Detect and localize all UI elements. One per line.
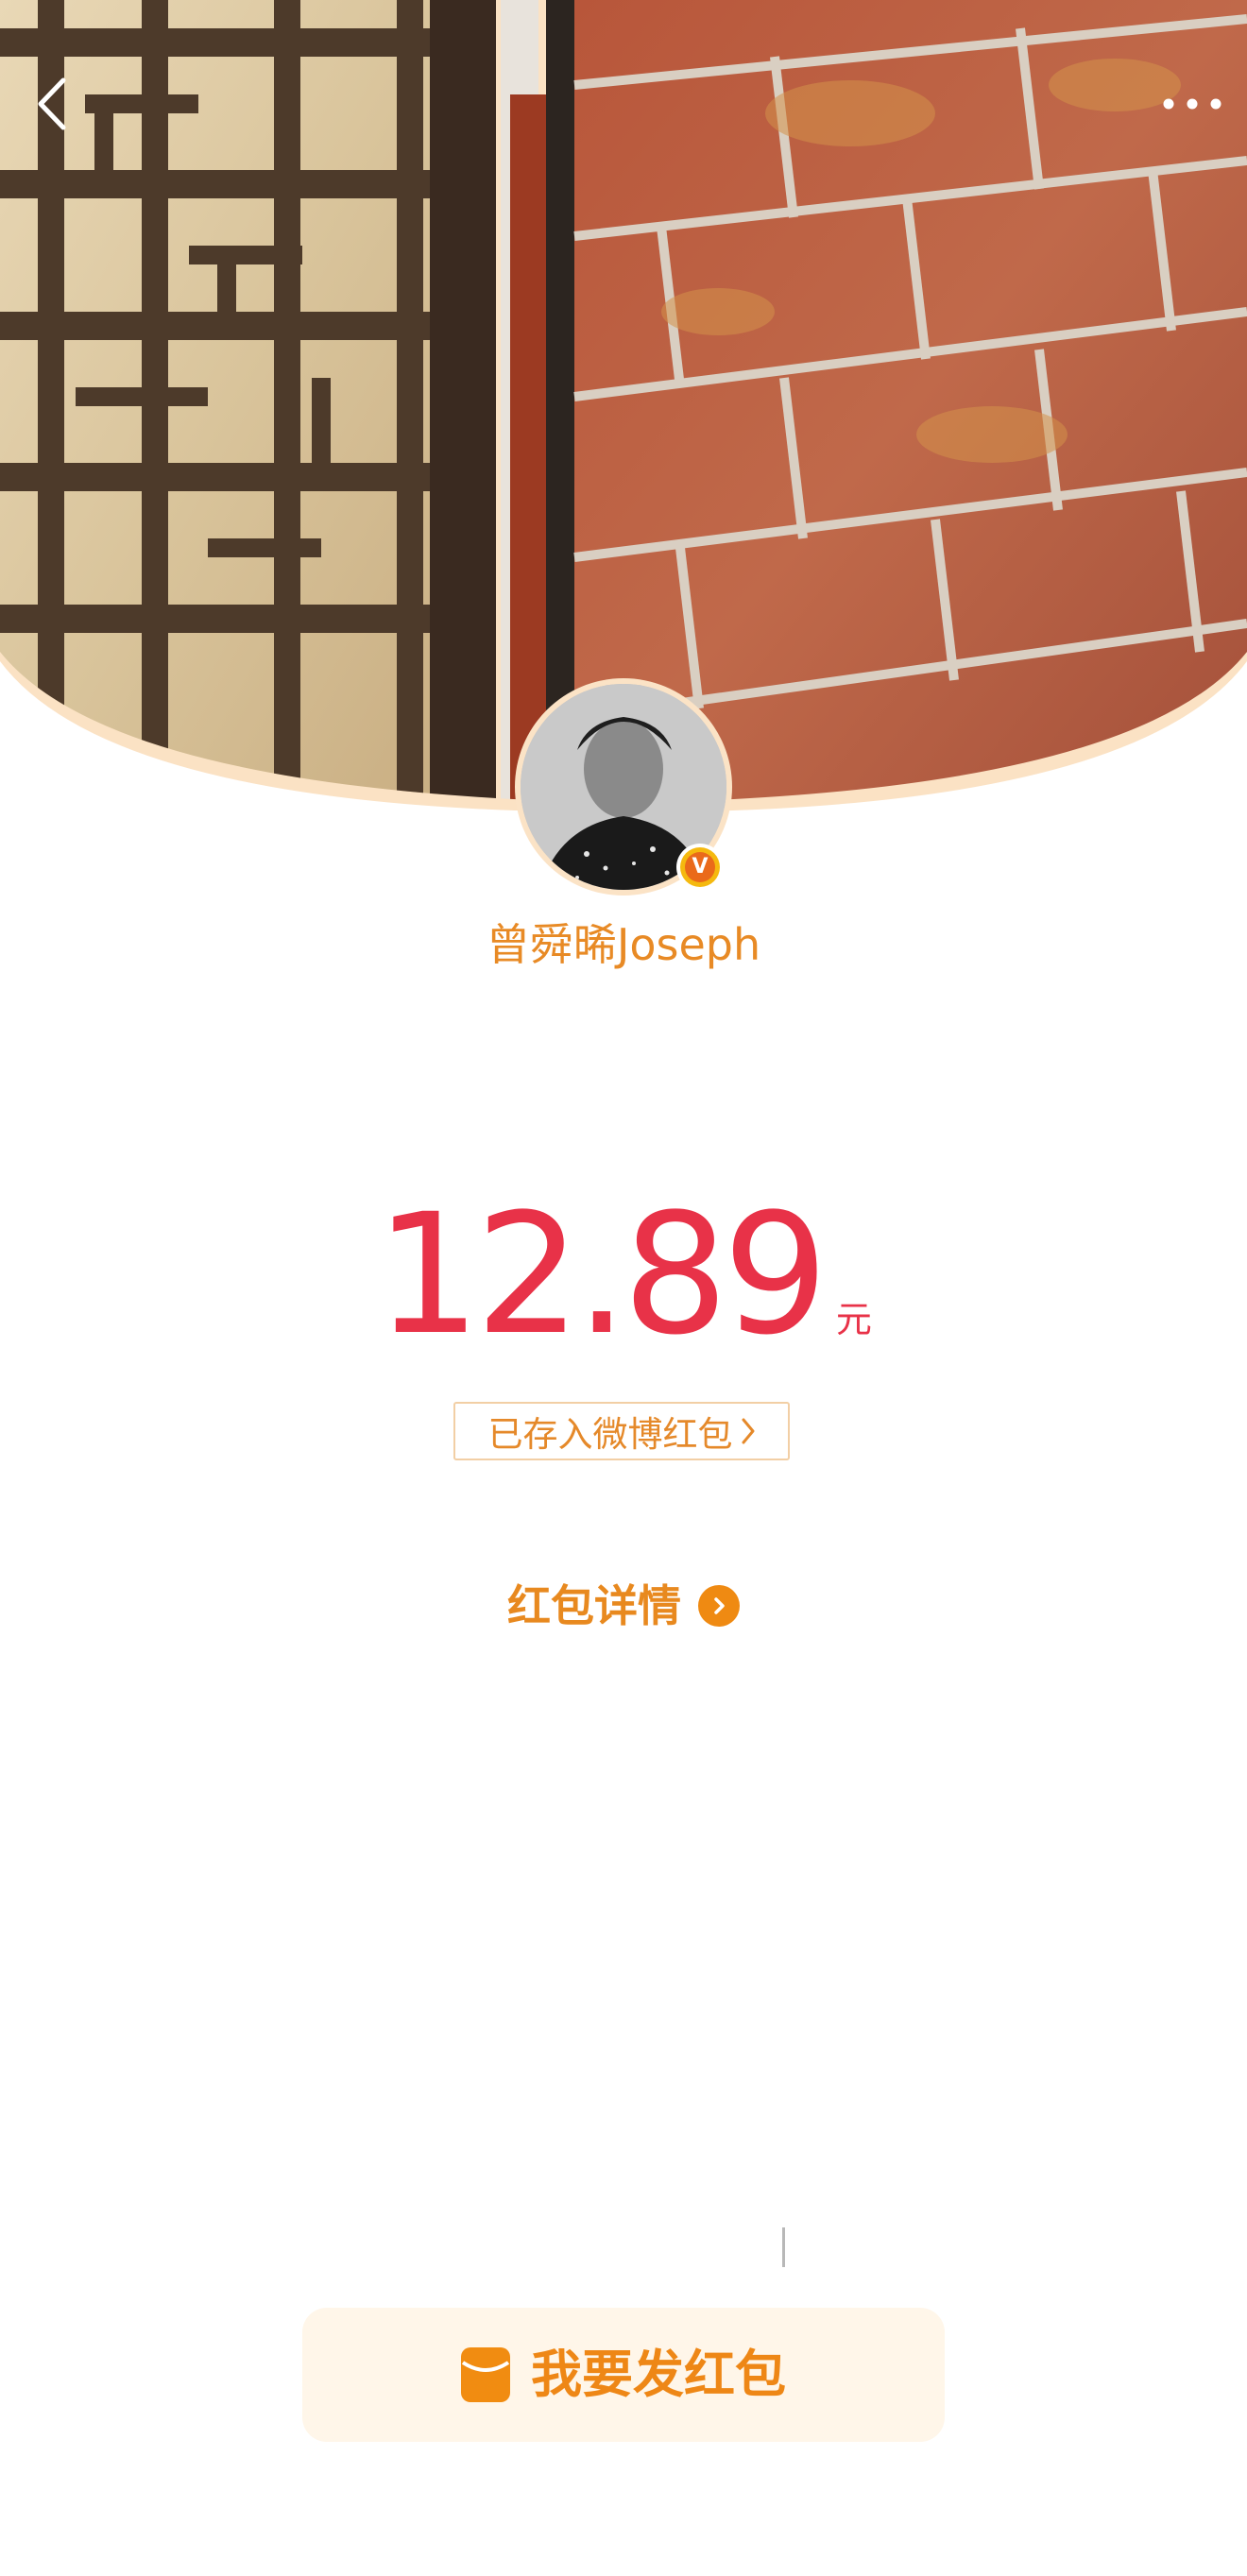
- send-red-packet-button[interactable]: 我要发红包: [302, 2308, 945, 2442]
- verified-badge-icon: V: [676, 844, 724, 891]
- sender-name: 曾舜晞Joseph: [486, 919, 761, 970]
- red-packet-icon: [461, 2347, 510, 2402]
- scroll-indicator: [782, 2227, 785, 2267]
- amount-value: 12.89: [375, 1178, 828, 1372]
- deposit-status-link[interactable]: 已存入微博红包: [453, 1402, 790, 1460]
- red-packet-details-link[interactable]: 红包详情: [0, 1576, 1247, 1636]
- chevron-right-icon: [741, 1417, 756, 1445]
- more-options-button[interactable]: [1154, 76, 1230, 132]
- send-button-label: 我要发红包: [531, 2345, 786, 2404]
- details-label: 红包详情: [507, 1580, 681, 1631]
- amount-display: 12.89 元: [0, 1181, 1247, 1370]
- ellipsis-icon: [1163, 98, 1221, 110]
- back-button[interactable]: [23, 66, 79, 142]
- currency-unit: 元: [835, 1299, 872, 1340]
- deposit-status-text: 已存入微博红包: [487, 1414, 733, 1455]
- arrow-right-circle-icon: [698, 1585, 740, 1627]
- chevron-left-icon: [38, 77, 66, 130]
